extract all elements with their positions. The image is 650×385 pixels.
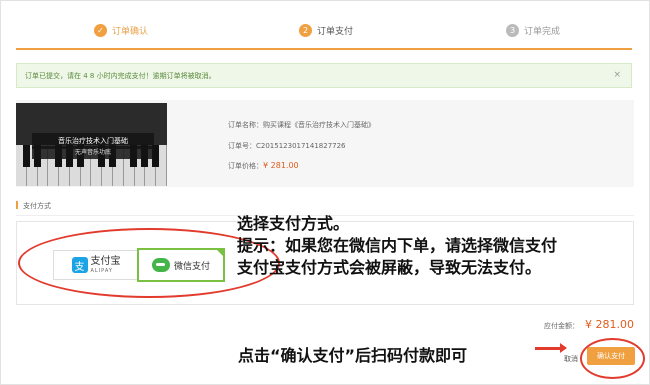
- step-label: 订单支付: [317, 26, 354, 37]
- order-submitted-alert: 订单已提交，请在 4 8 小时内完成支付！逾期订单将被取消。 ×: [16, 63, 632, 88]
- close-icon[interactable]: ×: [613, 70, 621, 80]
- course-subtitle: 无声音乐功底: [32, 146, 154, 159]
- check-icon: ✓: [94, 23, 107, 37]
- step-label: 订单完成: [524, 26, 561, 37]
- order-price: ¥ 281.00: [263, 161, 299, 170]
- step-order-confirm: ✓ 订单确认: [94, 20, 148, 40]
- order-number: 订单号：C2015123017141827726: [228, 142, 346, 150]
- amount-due-value: ¥ 281.00: [585, 318, 634, 331]
- order-summary: 音乐治疗技术入门基础 无声音乐功底 订单名称：购买课程《音乐治疗技术入门基础》 …: [16, 100, 634, 187]
- annotation-circle-confirm: [580, 338, 645, 379]
- cancel-link[interactable]: 取消: [564, 354, 578, 364]
- order-price-row: 订单价格：¥ 281.00: [228, 161, 299, 171]
- step-number: 2: [299, 23, 312, 37]
- course-thumbnail[interactable]: 音乐治疗技术入门基础 无声音乐功底: [16, 103, 167, 186]
- annotation-line-3: 支付宝支付方式会被屏蔽，导致无法支付。: [237, 258, 542, 277]
- amount-due: 应付金额： ¥ 281.00: [544, 318, 634, 331]
- amount-due-label: 应付金额：: [544, 322, 580, 330]
- alert-text: 订单已提交，请在 4 8 小时内完成支付！逾期订单将被取消。: [25, 71, 216, 80]
- order-name: 订单名称：购买课程《音乐治疗技术入门基础》: [228, 121, 375, 129]
- annotation-line-2: 提示：如果您在微信内下单，请选择微信支付: [237, 236, 558, 255]
- step-number: 3: [506, 23, 519, 37]
- annotation-line-1: 选择支付方式。: [237, 214, 350, 233]
- arrow-icon: [535, 343, 567, 353]
- annotation-bottom: 点击“确认支付”后扫码付款即可: [238, 346, 468, 365]
- step-label: 订单确认: [112, 26, 149, 37]
- step-order-complete: 3 订单完成: [506, 20, 560, 40]
- step-order-payment: 2 订单支付: [299, 20, 353, 40]
- order-price-label: 订单价格：: [228, 162, 263, 170]
- order-progress-steps: ✓ 订单确认 2 订单支付 3 订单完成: [16, 14, 632, 50]
- section-title: 支付方式: [23, 202, 51, 210]
